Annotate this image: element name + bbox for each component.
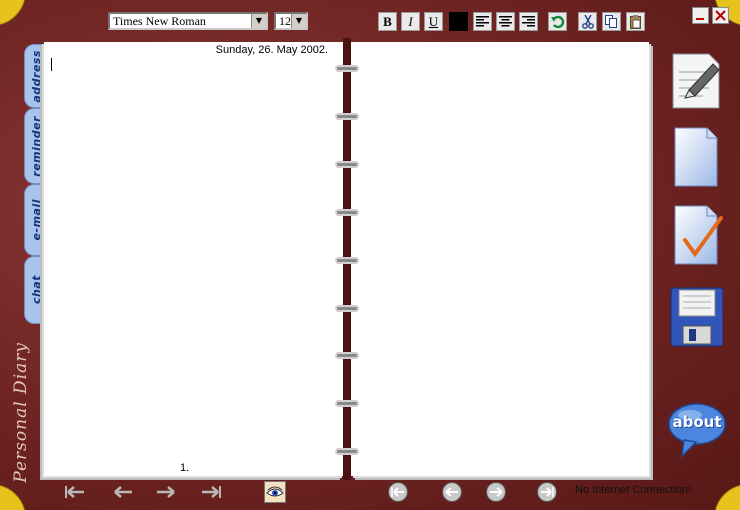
copy-icon (605, 15, 617, 28)
italic-label: I (408, 13, 413, 29)
bold-label: B (383, 13, 392, 29)
eye-icon (266, 486, 284, 497)
new-page-icon (674, 127, 718, 187)
paste-button[interactable] (626, 12, 645, 31)
font-family-select[interactable]: Times New Roman ▼ (108, 12, 268, 30)
bold-button[interactable]: B (378, 12, 397, 31)
text-color-button[interactable] (449, 12, 468, 31)
align-center-icon (499, 16, 512, 27)
italic-button[interactable]: I (401, 12, 420, 31)
align-left-icon (476, 16, 489, 27)
text-cursor (51, 58, 52, 71)
chevron-down-icon[interactable]: ▼ (291, 14, 306, 28)
align-right-button[interactable] (519, 12, 538, 31)
previous-arrow-icon (445, 487, 458, 497)
undo-icon (550, 15, 564, 28)
previous-page-right-button[interactable] (442, 482, 462, 502)
previous-page-button[interactable] (112, 483, 134, 501)
font-size-value: 12 (279, 14, 291, 28)
write-note-button[interactable] (669, 50, 723, 112)
last-page-button[interactable] (200, 483, 222, 501)
about-button[interactable]: about (668, 402, 726, 458)
close-button[interactable] (712, 7, 729, 24)
first-page-arrow-icon (391, 487, 404, 497)
scissors-icon (581, 14, 594, 29)
underline-button[interactable]: U (424, 12, 443, 31)
brand-label: Personal Diary (11, 342, 31, 483)
connection-status: No Internet Connection! (575, 484, 692, 496)
tab-chat-label: chat (30, 275, 43, 305)
eye-button[interactable] (264, 481, 286, 503)
corner-bottom-left (0, 484, 26, 510)
minimize-icon (696, 18, 704, 20)
tab-address-label: address (30, 49, 43, 103)
next-page-right-button[interactable] (486, 482, 506, 502)
previous-arrow-icon (114, 486, 132, 498)
save-button[interactable] (669, 286, 724, 348)
font-size-select[interactable]: 12 ▼ (274, 12, 308, 30)
binder-ring (335, 209, 359, 216)
binder-ring (335, 65, 359, 72)
next-arrow-icon (157, 486, 175, 498)
chevron-down-icon[interactable]: ▼ (251, 14, 266, 28)
paste-icon (629, 14, 641, 29)
page-number: 1. (180, 462, 190, 474)
page-date: Sunday, 26. May 2002. (215, 44, 328, 56)
cut-button[interactable] (578, 12, 597, 31)
align-left-button[interactable] (473, 12, 492, 31)
undo-button[interactable] (548, 12, 567, 31)
close-icon (715, 10, 726, 21)
diary-page-left[interactable]: Sunday, 26. May 2002. 1. (44, 42, 344, 476)
brand-logo: Personal Diary (8, 340, 34, 485)
binder-ring (335, 161, 359, 168)
binder-ring (335, 448, 359, 455)
last-page-arrow-icon (541, 487, 554, 497)
minimize-button[interactable] (692, 7, 709, 24)
binder-ring (335, 400, 359, 407)
checked-page-button[interactable] (669, 204, 723, 266)
align-center-button[interactable] (496, 12, 515, 31)
diary-page-right[interactable] (351, 42, 649, 476)
new-page-button[interactable] (669, 126, 723, 188)
floppy-disk-icon (670, 287, 724, 347)
about-label: about (672, 413, 722, 431)
tab-reminder-label: reminder (30, 115, 43, 177)
binder-ring (335, 257, 359, 264)
underline-label: U (428, 13, 439, 29)
checked-page-icon (674, 205, 723, 265)
corner-bottom-right (714, 484, 740, 510)
binder-ring (335, 305, 359, 312)
next-arrow-icon (490, 487, 503, 497)
tab-email-label: e-mail (30, 199, 43, 241)
binder-ring (335, 352, 359, 359)
binder-ring (335, 113, 359, 120)
next-page-button[interactable] (155, 483, 177, 501)
corner-top-left (0, 0, 26, 26)
align-right-icon (522, 16, 535, 27)
personal-diary-window: Times New Roman ▼ 12 ▼ B I U address rem… (0, 0, 740, 510)
font-family-value: Times New Roman (113, 14, 206, 28)
last-page-arrow-icon (202, 486, 221, 498)
first-page-arrow-icon (65, 486, 84, 498)
copy-button[interactable] (602, 12, 621, 31)
write-note-icon (672, 53, 720, 109)
last-page-right-button[interactable] (537, 482, 557, 502)
first-page-button[interactable] (64, 483, 86, 501)
first-page-right-button[interactable] (388, 482, 408, 502)
